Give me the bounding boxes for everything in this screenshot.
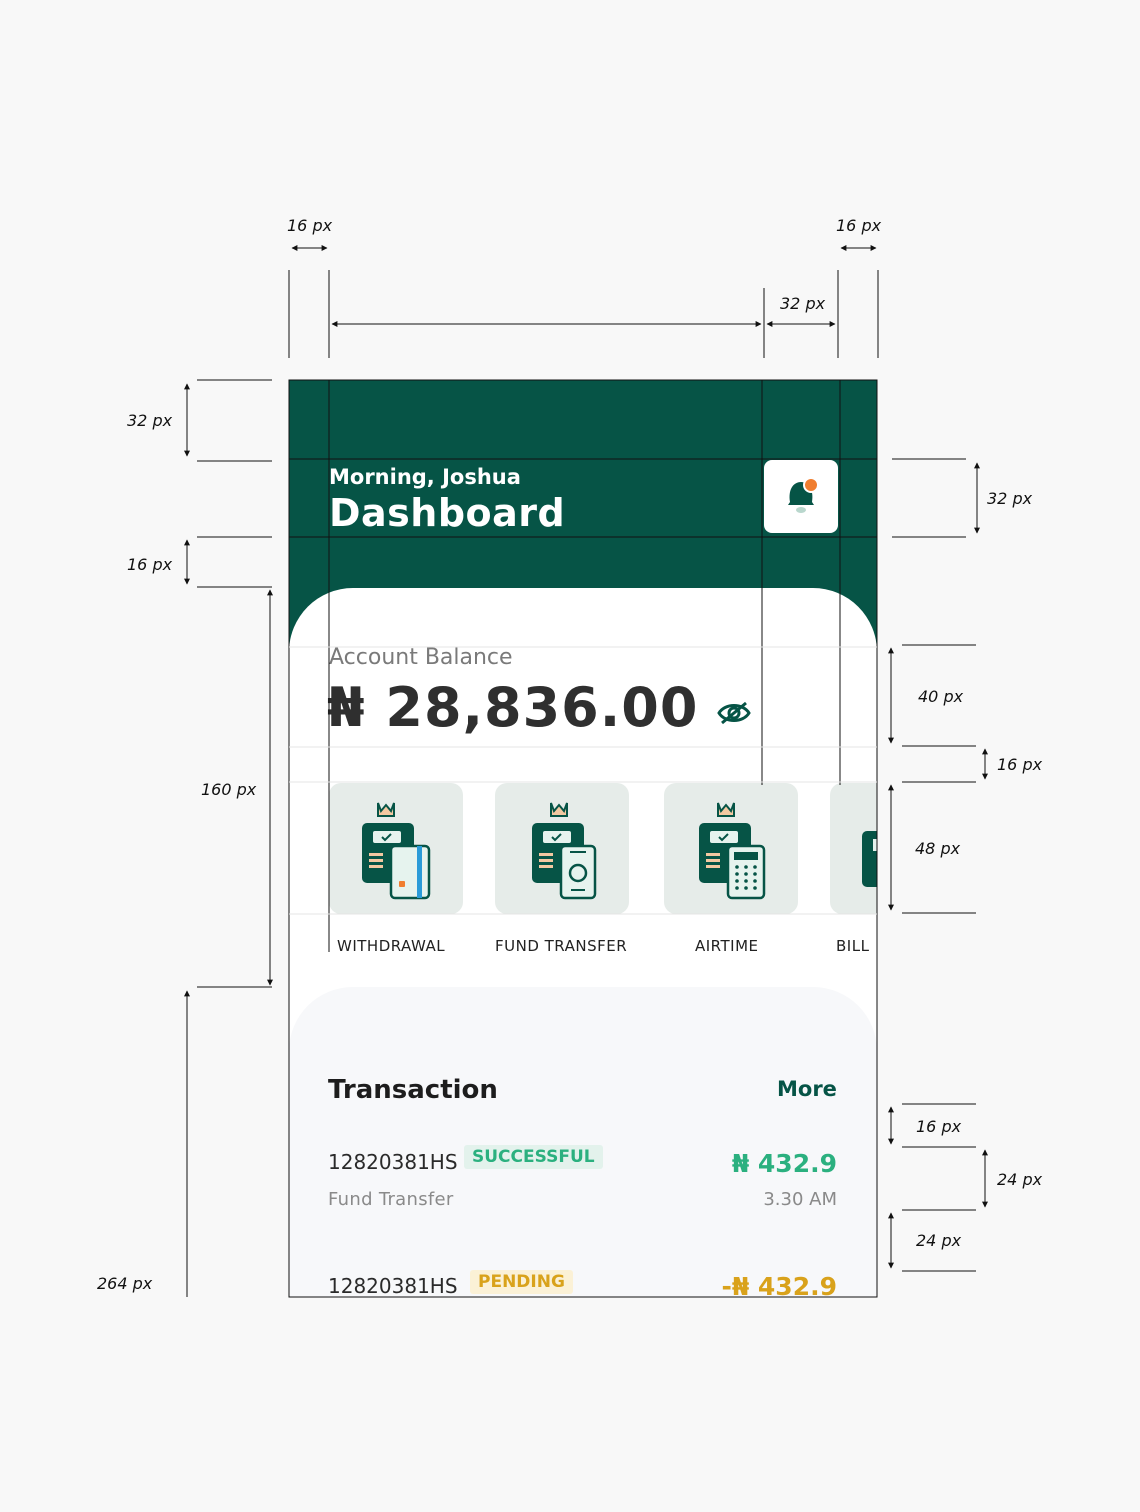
page-title: Dashboard — [329, 491, 566, 535]
app-screen: Morning, Joshua Dashboard Account Balanc… — [289, 380, 877, 1297]
withdrawal-label: WITHDRAWAL — [337, 937, 446, 955]
airtime-label: AIRTIME — [695, 937, 759, 955]
bill-icon — [862, 831, 877, 887]
annotation-gap-under-balance: 16 px — [997, 755, 1043, 774]
greeting-text: Morning, Joshua — [329, 465, 521, 489]
airtime-icon — [699, 802, 766, 900]
transaction-ref: 12820381HS — [328, 1274, 458, 1297]
balance-label: Account Balance — [329, 645, 513, 670]
transaction-ref: 12820381HS — [328, 1150, 458, 1174]
annotation-txn-row-height: 24 px — [997, 1170, 1043, 1189]
annotation-header-top: 32 px — [127, 411, 173, 430]
airtime-tile[interactable] — [664, 783, 798, 914]
withdrawal-icon — [362, 802, 431, 900]
status-badge: PENDING — [470, 1270, 573, 1294]
fund-transfer-icon — [532, 802, 597, 900]
bill-label: BILL — [836, 937, 870, 955]
annotation-left-margin: 16 px — [287, 216, 333, 235]
transaction-time: 3.30 AM — [763, 1189, 837, 1210]
more-link[interactable]: More — [777, 1077, 837, 1101]
annotation-card-height: 160 px — [201, 780, 257, 799]
transaction-title: Transaction — [328, 1075, 498, 1105]
bill-tile[interactable] — [830, 783, 877, 914]
notification-button[interactable] — [764, 460, 838, 533]
fund-transfer-label: FUND TRANSFER — [495, 937, 628, 955]
annotation-txn-height: 264 px — [97, 1274, 153, 1293]
annotation-header-gap: 16 px — [127, 555, 173, 574]
balance-amount: ₦ 28,836.00 — [327, 676, 699, 739]
annotation-balance-height: 40 px — [918, 687, 964, 706]
annotation-notif-width: 32 px — [780, 294, 826, 313]
annotation-right-margin: 16 px — [836, 216, 882, 235]
balance-row: ₦ 28,836.00 — [327, 676, 752, 739]
transaction-amount: ₦ 432.9 — [731, 1149, 837, 1178]
transaction-type: Fund Transfer — [328, 1189, 454, 1210]
annotation-txn-row-gap: 16 px — [916, 1117, 962, 1136]
annotation-txn-row-spacing: 24 px — [916, 1231, 962, 1250]
transaction-section: Transaction More 12820381HS SUCCESSFUL ₦… — [289, 987, 877, 1297]
eye-icon[interactable] — [716, 699, 752, 727]
annotation-notif-height: 32 px — [987, 489, 1033, 508]
transaction-amount: -₦ 432.9 — [721, 1272, 837, 1297]
bell-icon — [788, 477, 819, 513]
fund-transfer-tile[interactable] — [495, 783, 629, 914]
annotation-tile-height: 48 px — [915, 839, 961, 858]
status-badge: SUCCESSFUL — [464, 1145, 603, 1169]
withdrawal-tile[interactable] — [329, 783, 463, 914]
